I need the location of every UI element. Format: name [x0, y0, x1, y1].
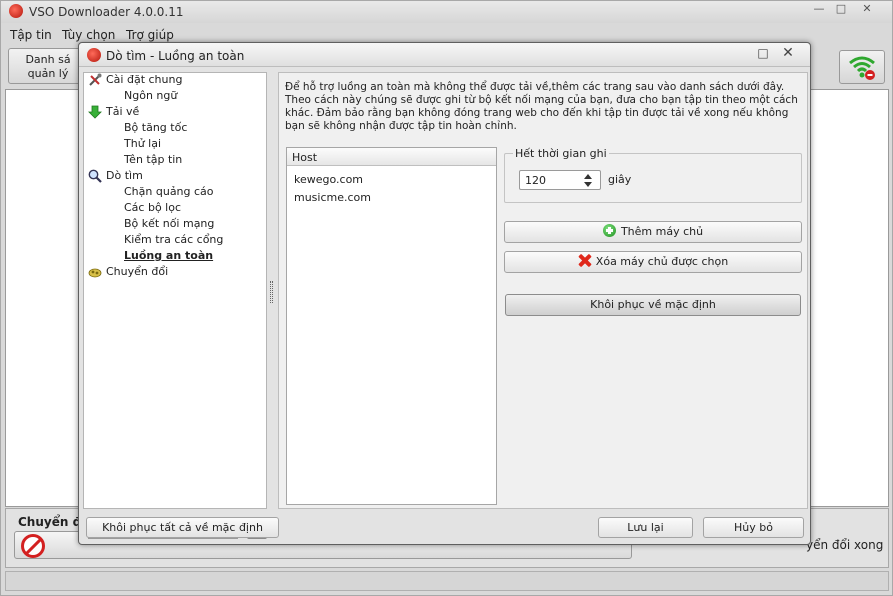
- tree-item-network-adapter[interactable]: Bộ kết nối mạng: [124, 217, 214, 233]
- dialog-logo-icon: [87, 48, 101, 62]
- add-host-label: Thêm máy chủ: [620, 225, 704, 238]
- tools-icon: [89, 73, 102, 86]
- download-list-label-line1: Danh sá: [25, 53, 71, 66]
- main-titlebar: VSO Downloader 4.0.0.11 — □ ✕: [1, 1, 892, 23]
- timeout-label: Hết thời gian ghi: [513, 147, 609, 160]
- tree-item-label: Cài đặt chung: [106, 73, 183, 86]
- tree-item-filename[interactable]: Tên tập tin: [124, 153, 182, 169]
- close-icon[interactable]: ✕: [857, 2, 877, 18]
- save-button[interactable]: Lưu lại: [598, 517, 693, 538]
- host-column-header[interactable]: Host: [287, 148, 496, 166]
- maximize-icon[interactable]: □: [831, 2, 851, 18]
- host-list[interactable]: Host kewego.com musicme.com: [286, 147, 497, 505]
- timeout-value: 120: [525, 174, 546, 187]
- dialog-close-icon[interactable]: ✕: [779, 46, 797, 62]
- delete-x-icon: [578, 254, 591, 267]
- panel-splitter[interactable]: [270, 281, 273, 303]
- menu-help[interactable]: Trợ giúp: [126, 28, 174, 42]
- secure-stream-panel: Để hỗ trợ luồng an toàn mà không thể đượ…: [278, 72, 808, 509]
- status-bar: [5, 571, 889, 591]
- menu-file[interactable]: Tập tin: [10, 28, 52, 42]
- timeout-unit: giây: [608, 173, 632, 186]
- cancel-button[interactable]: Hủy bỏ: [703, 517, 804, 538]
- app-title: VSO Downloader 4.0.0.11: [29, 5, 184, 19]
- remove-host-label: Xóa máy chủ được chọn: [595, 255, 729, 268]
- restore-default-button[interactable]: Khôi phục về mặc định: [505, 294, 801, 316]
- download-list-label-line2: quản lý: [27, 67, 69, 80]
- minimize-icon[interactable]: —: [809, 2, 829, 18]
- wifi-stop-icon: [849, 56, 875, 80]
- tree-item-accelerator[interactable]: Bộ tăng tốc: [124, 121, 187, 137]
- tree-item-label: Chuyển đổi: [106, 265, 169, 278]
- secure-stream-description: Để hỗ trợ luồng an toàn mà không thể đượ…: [285, 81, 798, 132]
- tree-item-retry[interactable]: Thử lại: [124, 137, 161, 153]
- tree-item-language[interactable]: Ngôn ngữ: [124, 89, 177, 105]
- remove-host-button[interactable]: Xóa máy chủ được chọn: [504, 251, 802, 273]
- plus-icon: [602, 224, 616, 237]
- tree-item-adblock[interactable]: Chặn quảng cáo: [124, 185, 214, 201]
- magnifier-icon: [88, 169, 102, 183]
- tree-item-secure-stream[interactable]: Luồng an toàn: [124, 249, 213, 265]
- tree-item-label: Tải về: [106, 105, 140, 118]
- host-row[interactable]: kewego.com: [294, 173, 363, 186]
- settings-tree: Cài đặt chung Ngôn ngữ Tải về Bộ tăng tố…: [83, 72, 267, 539]
- tree-item-port-check[interactable]: Kiểm tra các cổng: [124, 233, 223, 249]
- convert-icon: [88, 268, 102, 278]
- menu-options[interactable]: Tùy chọn: [62, 28, 115, 42]
- network-status-button[interactable]: [839, 50, 885, 84]
- download-list-button[interactable]: Danh sá quản lý: [8, 48, 88, 84]
- stop-icon: [21, 534, 45, 558]
- dialog-title: Dò tìm - Luồng an toàn: [106, 49, 245, 63]
- spin-down-icon[interactable]: [584, 182, 592, 187]
- host-row[interactable]: musicme.com: [294, 191, 371, 204]
- after-done-text: yển đổi xong: [806, 538, 884, 552]
- restore-all-button[interactable]: Khôi phục tất cả về mặc định: [86, 517, 279, 538]
- dialog-maximize-icon[interactable]: □: [754, 46, 772, 62]
- settings-dialog: Dò tìm - Luồng an toàn □ ✕ Cài đặt chung…: [78, 42, 811, 545]
- timeout-group: Hết thời gian ghi 120 giây: [504, 147, 802, 203]
- tree-item-label: Dò tìm: [106, 169, 143, 182]
- tree-item-filters[interactable]: Các bộ lọc: [124, 201, 181, 217]
- add-host-button[interactable]: Thêm máy chủ: [504, 221, 802, 243]
- download-arrow-icon: [88, 105, 102, 119]
- spin-up-icon[interactable]: [584, 174, 592, 179]
- app-logo-icon: [9, 4, 23, 18]
- dialog-titlebar: Dò tìm - Luồng an toàn □ ✕: [79, 43, 810, 67]
- timeout-spinbox[interactable]: 120: [519, 170, 601, 190]
